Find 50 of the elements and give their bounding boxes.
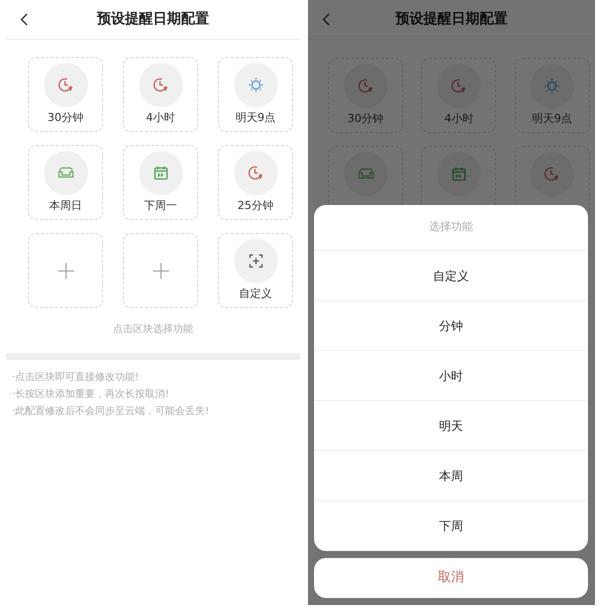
sheet-option[interactable]: 明天: [314, 401, 588, 451]
clock-icon: [450, 78, 467, 94]
sheet-option[interactable]: 分钟: [314, 301, 588, 351]
back-icon[interactable]: [20, 13, 28, 26]
tile-label: 30分钟: [348, 112, 384, 126]
page-title: 预设提醒日期配置: [396, 10, 508, 29]
preset-tile[interactable]: 30分钟: [328, 58, 403, 133]
clock-icon: [358, 78, 374, 94]
note-text: ·点击区块即可直接修改功能!: [12, 372, 140, 384]
tile-label: 明天9点: [236, 111, 276, 125]
add-tile[interactable]: [123, 233, 198, 308]
preset-tile[interactable]: 下周一: [123, 145, 198, 220]
preset-tile[interactable]: 明天9点: [514, 58, 590, 133]
clock-icon: [248, 165, 264, 181]
sun-icon: [544, 78, 560, 94]
sheet-option[interactable]: 下周: [314, 501, 588, 551]
tile-label: 30分钟: [48, 111, 84, 125]
note-text: ·此配置修改后不会同步至云端，可能会丢失!: [12, 406, 210, 418]
add-frame-icon: [248, 253, 264, 269]
note-text: ·长按区块添加重要，再次长按取消!: [12, 389, 170, 401]
hint-text: 点击区块选择功能: [113, 322, 193, 337]
page-title: 预设提醒日期配置: [97, 10, 209, 29]
tile-label: 下周一: [144, 199, 177, 213]
preset-tile[interactable]: 30分钟: [28, 57, 103, 132]
add-tile[interactable]: [28, 233, 103, 308]
clock-icon: [152, 77, 168, 93]
tile-label: 4小时: [444, 112, 474, 126]
tile-label: 25分钟: [238, 199, 274, 213]
preset-tile[interactable]: 自定义: [218, 233, 293, 308]
clock-icon: [58, 77, 74, 93]
preset-tile[interactable]: 4小时: [123, 57, 198, 132]
cancel-button[interactable]: 取消: [314, 558, 588, 598]
sheet-title: 选择功能: [314, 205, 588, 251]
sun-icon: [248, 77, 264, 93]
preset-tile[interactable]: 25分钟: [218, 145, 293, 220]
plus-icon: [152, 262, 170, 280]
tile-label: 本周日: [49, 199, 82, 213]
tile-label: 自定义: [239, 287, 272, 301]
sheet-option[interactable]: 自定义: [314, 251, 588, 301]
preset-tile[interactable]: 4小时: [421, 58, 496, 133]
plus-icon: [56, 262, 74, 280]
sheet-option[interactable]: 本周: [314, 451, 588, 501]
clock-icon: [544, 166, 560, 182]
tile-label: 4小时: [146, 111, 175, 125]
tile-label: 明天9点: [532, 112, 572, 126]
preset-tile[interactable]: 明天9点: [218, 57, 293, 132]
calendar-icon: [450, 166, 467, 182]
calendar-icon: [152, 165, 168, 181]
preset-tile[interactable]: 本周日: [28, 145, 103, 220]
sheet-option[interactable]: 小时: [314, 351, 588, 401]
